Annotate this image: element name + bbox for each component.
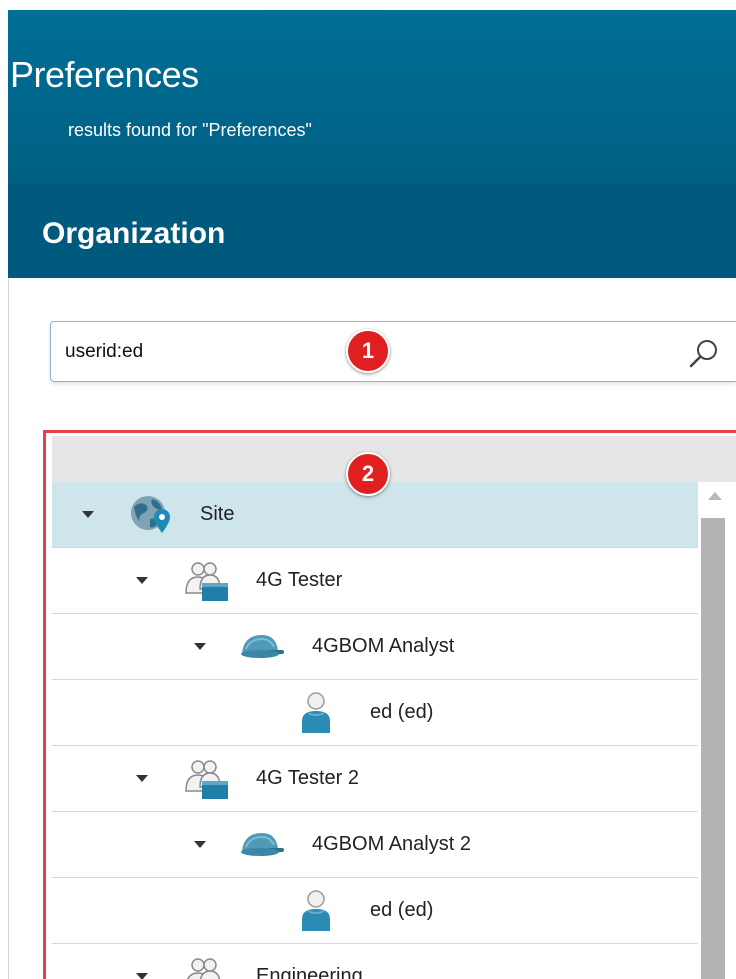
cap-icon xyxy=(238,823,286,867)
cap-icon xyxy=(238,625,286,669)
expand-caret-icon[interactable] xyxy=(136,577,148,584)
tree-node-label: Engineering xyxy=(256,965,363,979)
tree-row[interactable]: 4G Tester 2 xyxy=(52,746,698,812)
scroll-up-icon[interactable] xyxy=(708,492,722,500)
expand-caret-icon[interactable] xyxy=(82,511,94,518)
tree-node-label: 4GBOM Analyst 2 xyxy=(312,833,471,855)
annotation-badge-2: 2 xyxy=(346,452,390,496)
expand-caret-icon[interactable] xyxy=(194,643,206,650)
preferences-header: Preferences results found for "Preferenc… xyxy=(8,10,736,184)
section-title: Organization xyxy=(42,217,226,250)
organization-tree[interactable]: Site 4G Tester 4GBOM Analyst ed (ed) 4G … xyxy=(52,482,698,979)
annotation-badge-1: 1 xyxy=(346,329,390,373)
tree-scrollbar[interactable] xyxy=(698,482,736,979)
scroll-thumb[interactable] xyxy=(701,518,725,979)
group-icon xyxy=(182,955,230,979)
group-icon xyxy=(182,559,230,603)
page-title: Preferences xyxy=(10,54,199,95)
search-box xyxy=(50,321,736,382)
expand-caret-icon[interactable] xyxy=(194,841,206,848)
expand-caret-icon[interactable] xyxy=(136,775,148,782)
top-margin xyxy=(0,0,736,10)
tree-column-header xyxy=(52,436,736,482)
tree-row[interactable]: 4GBOM Analyst 2 xyxy=(52,812,698,878)
organization-section-header: Organization xyxy=(8,184,736,278)
results-summary: results found for "Preferences" xyxy=(68,120,312,140)
tree-node-label: 4G Tester xyxy=(256,569,343,591)
tree-node-label: ed (ed) xyxy=(370,701,434,723)
expand-caret-icon[interactable] xyxy=(136,973,148,979)
group-icon xyxy=(182,757,230,801)
tree-row[interactable]: 4GBOM Analyst xyxy=(52,614,698,680)
user-icon xyxy=(298,691,346,735)
tree-row[interactable]: ed (ed) xyxy=(52,680,698,746)
tree-node-label: ed (ed) xyxy=(370,899,434,921)
tree-row[interactable]: ed (ed) xyxy=(52,878,698,944)
tree-node-label: 4G Tester 2 xyxy=(256,767,360,789)
globe-pin-icon xyxy=(126,493,174,537)
tree-row[interactable]: Engineering xyxy=(52,944,698,979)
tree-node-label: Site xyxy=(200,503,235,525)
tree-node-label: 4GBOM Analyst xyxy=(312,635,455,657)
user-icon xyxy=(298,889,346,933)
tree-row[interactable]: 4G Tester xyxy=(52,548,698,614)
search-icon[interactable] xyxy=(687,337,721,371)
